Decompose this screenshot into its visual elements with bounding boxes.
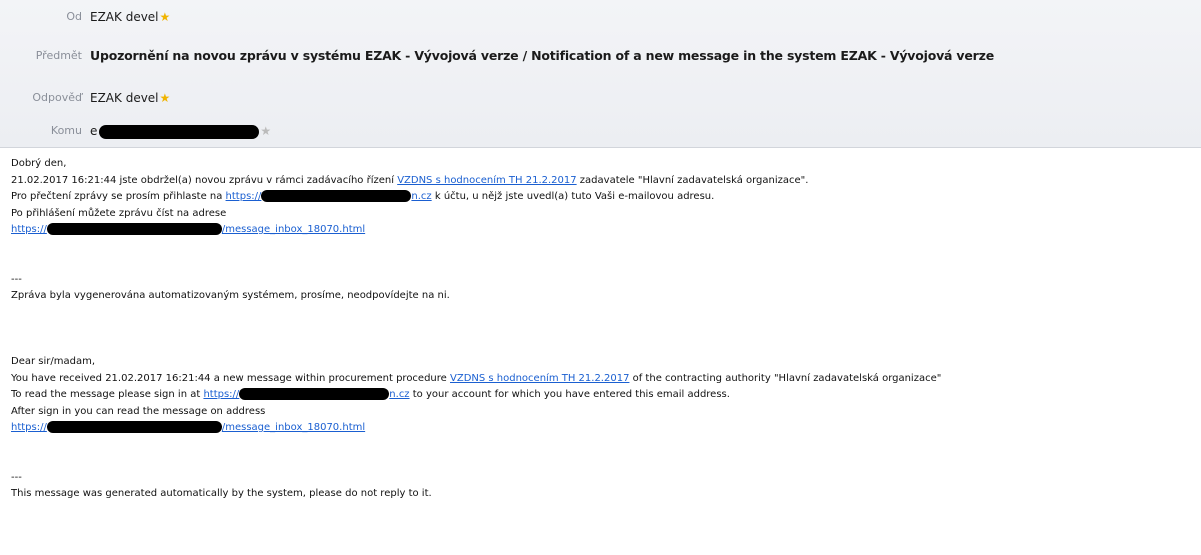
cz-separator: --- [11,273,22,285]
cz-line-2: Pro přečtení zprávy se prosím přihlaste … [11,189,1201,206]
en-line-2: To read the message please sign in at ht… [11,387,1201,404]
to-row: Komu e ★ [0,120,1201,142]
cz-procedure-link[interactable]: VZDNS s hodnocením TH 21.2.2017 [397,175,576,186]
subject-row: Předmět Upozornění na novou zprávu v sys… [0,45,1201,67]
from-sender[interactable]: EZAK devel★ [90,6,170,28]
to-label: Komu [50,124,82,137]
to-recipient[interactable]: e ★ [90,120,271,142]
cz-line-1-suffix: zadavatele "Hlavní zadavatelská organiza… [576,174,809,186]
en-login-link-end: n.cz [389,389,410,400]
cz-login-link-start: https:// [225,191,262,202]
reply-to-label: Odpověď [32,91,82,104]
en-message-link-start: https:// [11,422,47,433]
contact-star-icon: ★ [159,91,171,105]
cz-login-link-end: n.cz [411,191,432,202]
subject-label: Předmět [35,49,82,62]
cz-login-link[interactable]: https:// n.cz [225,190,432,202]
reply-to-sender[interactable]: EZAK devel★ [90,87,170,109]
en-line-1-text: You have received 21.02.2017 16:21:44 a … [11,372,450,384]
to-recipient-prefix: e [90,124,98,138]
cz-message-link-start: https:// [11,224,47,235]
en-footer: This message was generated automatically… [11,488,432,499]
en-login-link-start: https:// [203,389,240,400]
from-sender-name: EZAK devel [90,10,159,24]
from-row: Od EZAK devel★ [0,6,1201,28]
en-line-1: You have received 21.02.2017 16:21:44 a … [11,371,1201,388]
en-line-2-suffix: to your account for which you have enter… [409,389,730,400]
en-line-4: https:// /message_inbox_18070.html [11,420,1201,437]
en-line-1-suffix: of the contracting authority "Hlavní zad… [629,372,942,384]
en-procedure-link[interactable]: VZDNS s hodnocením TH 21.2.2017 [450,373,629,384]
en-line-3: After sign in you can read the message o… [11,405,266,417]
message-header: Od EZAK devel★ Předmět Upozornění na nov… [0,0,1201,148]
redaction-mark [46,421,222,433]
reply-to-row: Odpověď EZAK devel★ [0,87,1201,109]
contact-star-icon: ★ [260,124,272,138]
cz-line-1: 21.02.2017 16:21:44 jste obdržel(a) novo… [11,173,1201,190]
en-message-link[interactable]: https:// /message_inbox_18070.html [11,421,366,433]
en-separator: --- [11,471,22,483]
subject-value: Upozornění na novou zprávu v systému EZA… [90,48,994,63]
cz-line-4: https:// /message_inbox_18070.html [11,222,1201,239]
cz-greeting: Dobrý den, [11,158,67,169]
en-login-link[interactable]: https:// n.cz [203,388,410,400]
from-label: Od [66,10,82,23]
cz-line-2-suffix: k účtu, u nějž jste uvedl(a) tuto Vaši e… [431,191,715,202]
redaction-mark [99,124,260,139]
en-greeting: Dear sir/madam, [11,356,96,367]
cz-line-3: Po přihlášení můžete zprávu číst na adre… [11,207,227,219]
contact-star-icon: ★ [159,10,171,24]
cz-line-2-text: Pro přečtení zprávy se prosím přihlaste … [11,191,226,202]
redaction-mark [239,388,390,400]
reply-to-name: EZAK devel [90,91,159,105]
redaction-mark [46,223,222,235]
cz-footer: Zpráva byla vygenerována automatizovaným… [11,290,450,301]
message-body: Dobrý den, 21.02.2017 16:21:44 jste obdr… [11,156,1201,503]
en-line-2-text: To read the message please sign in at [11,389,204,400]
cz-message-link-end: /message_inbox_18070.html [221,224,366,235]
cz-line-1-text: 21.02.2017 16:21:44 jste obdržel(a) novo… [11,174,398,186]
redaction-mark [261,190,412,202]
cz-message-link[interactable]: https:// /message_inbox_18070.html [11,223,366,235]
en-message-link-end: /message_inbox_18070.html [221,422,366,433]
